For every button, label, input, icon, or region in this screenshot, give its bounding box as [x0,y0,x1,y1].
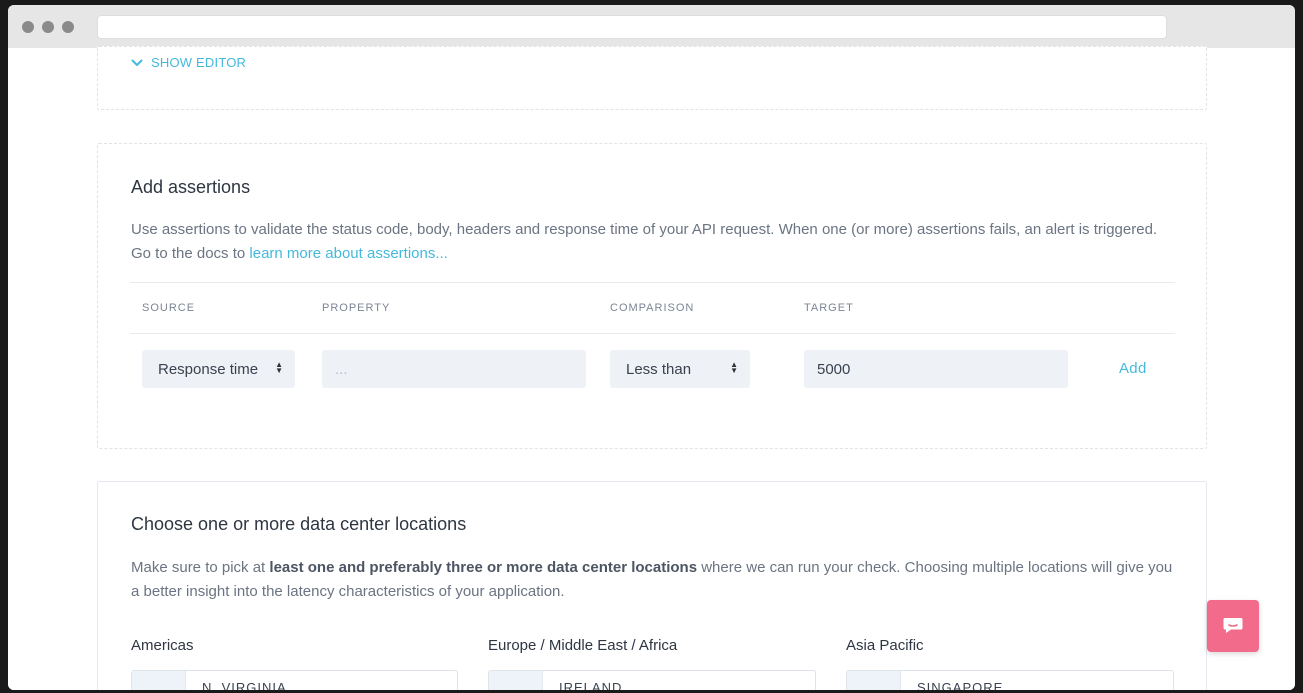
browser-titlebar [8,5,1295,48]
region-emea-label: Europe / Middle East / Africa [488,637,678,654]
locations-description: Make sure to pick at least one and prefe… [131,556,1181,604]
page-content: SHOW EDITOR Add assertions Use assertion… [8,46,1295,690]
region-apac-label: Asia Pacific [846,637,924,654]
location-name: SINGAPORE [917,680,1004,690]
location-option-n-virginia[interactable]: N. VIRGINIA [131,670,458,690]
property-input-placeholder: ... [335,360,348,378]
column-comparison: COMPARISON [610,302,695,314]
assertions-card: Add assertions Use assertions to validat… [97,143,1207,449]
property-input[interactable]: ... [322,350,586,388]
target-input-value: 5000 [817,360,851,378]
column-property: PROPERTY [322,302,391,314]
address-bar[interactable] [97,15,1167,39]
flag-icon [847,671,901,690]
target-input[interactable]: 5000 [804,350,1068,388]
show-editor-toggle[interactable]: SHOW EDITOR [131,55,246,70]
window-minimize-dot[interactable] [42,21,54,33]
add-assertion-button[interactable]: Add [1119,360,1147,377]
location-option-ireland[interactable]: IRELAND [488,670,816,690]
region-americas-label: Americas [131,637,194,654]
comparison-select-value: Less than [626,360,692,378]
select-arrows-icon: ▲ ▼ [730,360,738,375]
chevron-down-icon [131,59,143,66]
browser-window: SHOW EDITOR Add assertions Use assertion… [8,5,1295,690]
chat-widget-button[interactable] [1207,600,1259,652]
comparison-select[interactable]: Less than ▲ ▼ [610,350,750,388]
chat-icon [1223,618,1243,633]
column-target: TARGET [804,302,854,314]
column-source: SOURCE [142,302,196,314]
assertions-description: Use assertions to validate the status co… [131,218,1181,266]
window-close-dot[interactable] [22,21,34,33]
flag-icon [132,671,186,690]
locations-description-pre: Make sure to pick at [131,559,270,576]
location-name: IRELAND [559,680,623,690]
location-name: N. VIRGINIA [202,680,287,690]
source-select[interactable]: Response time ▲ ▼ [142,350,295,388]
flag-icon [489,671,543,690]
locations-card: Choose one or more data center locations… [97,481,1207,690]
source-select-value: Response time [158,360,259,378]
select-arrows-icon: ▲ ▼ [275,360,283,375]
assertions-table-header: SOURCE PROPERTY COMPARISON TARGET [130,282,1175,334]
request-editor-card: SHOW EDITOR [97,46,1207,110]
locations-description-bold: least one and preferably three or more d… [269,559,698,576]
assertions-title: Add assertions [131,177,251,197]
locations-title: Choose one or more data center locations [131,514,467,534]
window-maximize-dot[interactable] [62,21,74,33]
assertions-docs-link[interactable]: learn more about assertions... [249,245,447,262]
location-option-singapore[interactable]: SINGAPORE [846,670,1174,690]
show-editor-label: SHOW EDITOR [151,55,247,70]
